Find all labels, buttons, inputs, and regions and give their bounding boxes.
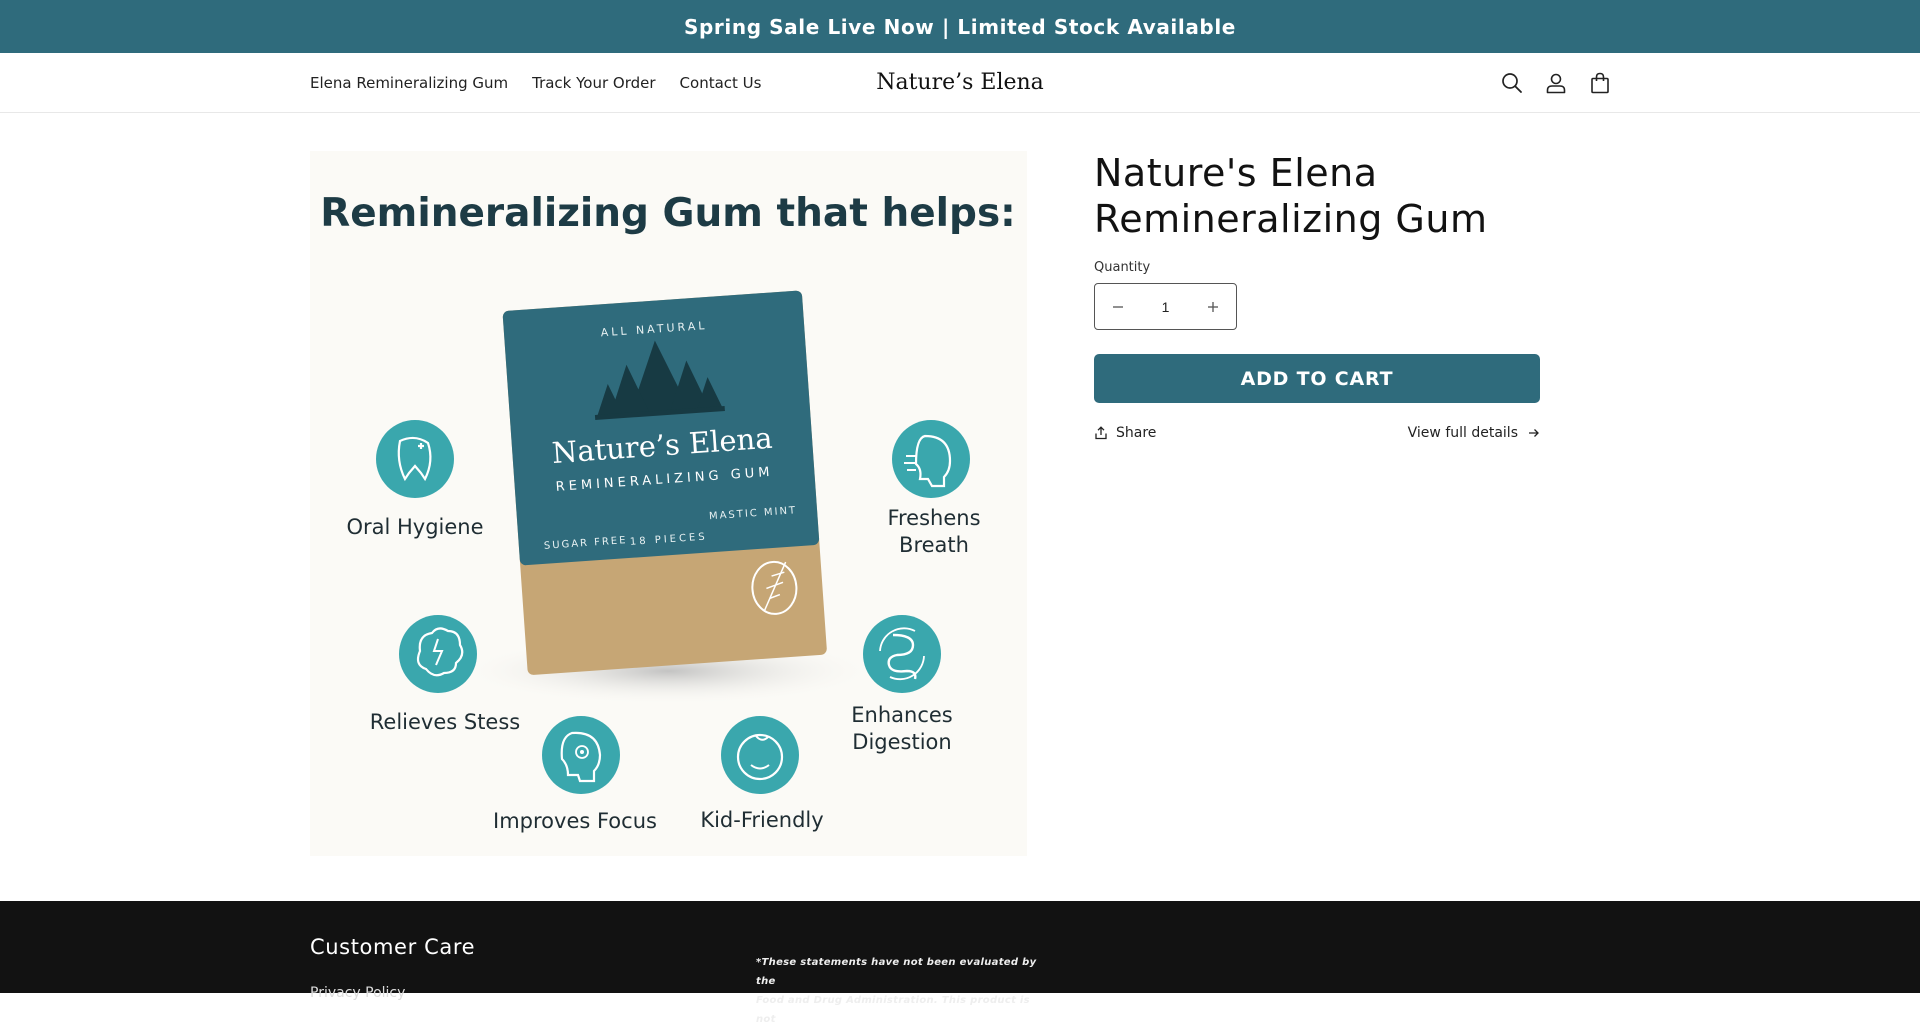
logo-container: Nature’s Elena — [0, 70, 1920, 95]
footer-heading: Customer Care — [310, 935, 476, 959]
header-icons — [1500, 53, 1612, 113]
benefit-relieves-stress: Relieves Stess — [370, 710, 521, 734]
footer-link-privacy[interactable]: Privacy Policy — [310, 985, 405, 1001]
quantity-stepper — [1094, 283, 1237, 331]
quantity-decrease-button[interactable] — [1095, 284, 1141, 329]
quantity-input[interactable] — [1145, 298, 1186, 315]
add-to-cart-button[interactable]: ADD TO CART — [1094, 354, 1540, 404]
cart-icon[interactable] — [1588, 71, 1612, 95]
announcement-bar: Spring Sale Live Now | Limited Stock Ava… — [0, 0, 1920, 53]
site-logo[interactable]: Nature’s Elena — [876, 70, 1044, 95]
view-full-details-link[interactable]: View full details — [1408, 425, 1540, 441]
view-full-details-label: View full details — [1407, 425, 1518, 442]
product-title: Nature's Elena Remineralizing Gum — [1094, 151, 1540, 242]
account-icon[interactable] — [1544, 71, 1568, 95]
share-label: Share — [1116, 425, 1157, 442]
share-button[interactable]: Share — [1094, 425, 1156, 441]
benefit-kid-friendly: Kid-Friendly — [700, 808, 823, 832]
product-graphic: Remineralizing Gum that helps: ALL NATUR… — [310, 151, 1027, 856]
gum-box: ALL NATURAL Nature’s Elena REMINERALIZIN… — [502, 290, 827, 675]
benefit-freshens-1: Freshens — [887, 506, 980, 530]
digestion-icon — [863, 615, 941, 693]
nav-item-gum[interactable]: Elena Remineralizing Gum — [310, 74, 508, 92]
product-image[interactable]: Remineralizing Gum that helps: ALL NATUR… — [310, 151, 1027, 856]
focus-icon — [542, 716, 620, 794]
disclaimer-line-2: Food and Drug Administration. This produ… — [756, 995, 1030, 1025]
fda-disclaimer: *These statements have not been evaluate… — [756, 953, 1046, 1029]
quantity-increase-button[interactable] — [1190, 284, 1236, 329]
nav-item-track-order[interactable]: Track Your Order — [532, 74, 655, 92]
kid-friendly-icon — [721, 716, 799, 794]
product-section: Remineralizing Gum that helps: ALL NATUR… — [0, 113, 1920, 901]
benefit-enhances-2: Digestion — [852, 730, 951, 754]
plus-icon — [1208, 301, 1218, 312]
site-footer: Customer Care Privacy Policy *These stat… — [0, 901, 1920, 1025]
disclaimer-line-1: *These statements have not been evaluate… — [756, 957, 1037, 987]
share-icon — [1095, 426, 1107, 440]
stress-icon — [399, 615, 477, 693]
benefit-improves-focus: Improves Focus — [493, 809, 657, 833]
oral-hygiene-icon — [376, 420, 454, 498]
arrow-right-icon — [1529, 429, 1539, 438]
main-nav: Elena Remineralizing Gum Track Your Orde… — [310, 53, 761, 113]
image-headline: Remineralizing Gum that helps: — [320, 191, 1016, 236]
site-header: Elena Remineralizing Gum Track Your Orde… — [0, 53, 1920, 113]
fresh-breath-icon — [892, 420, 970, 498]
product-actions: Share View full details — [1094, 425, 1540, 441]
product-title-line-2: Remineralizing Gum — [1094, 196, 1488, 241]
quantity-label: Quantity — [1094, 260, 1151, 276]
minus-icon — [1113, 306, 1123, 308]
product-info: Nature's Elena Remineralizing Gum Quanti… — [1094, 151, 1540, 441]
benefit-freshens-2: Breath — [899, 533, 969, 557]
benefit-enhances-1: Enhances — [851, 703, 952, 727]
product-title-line-1: Nature's Elena — [1094, 151, 1378, 195]
search-icon[interactable] — [1500, 71, 1524, 95]
benefit-oral-hygiene: Oral Hygiene — [346, 515, 483, 539]
nav-item-contact[interactable]: Contact Us — [680, 74, 762, 92]
announcement-text: Spring Sale Live Now | Limited Stock Ava… — [684, 14, 1236, 39]
